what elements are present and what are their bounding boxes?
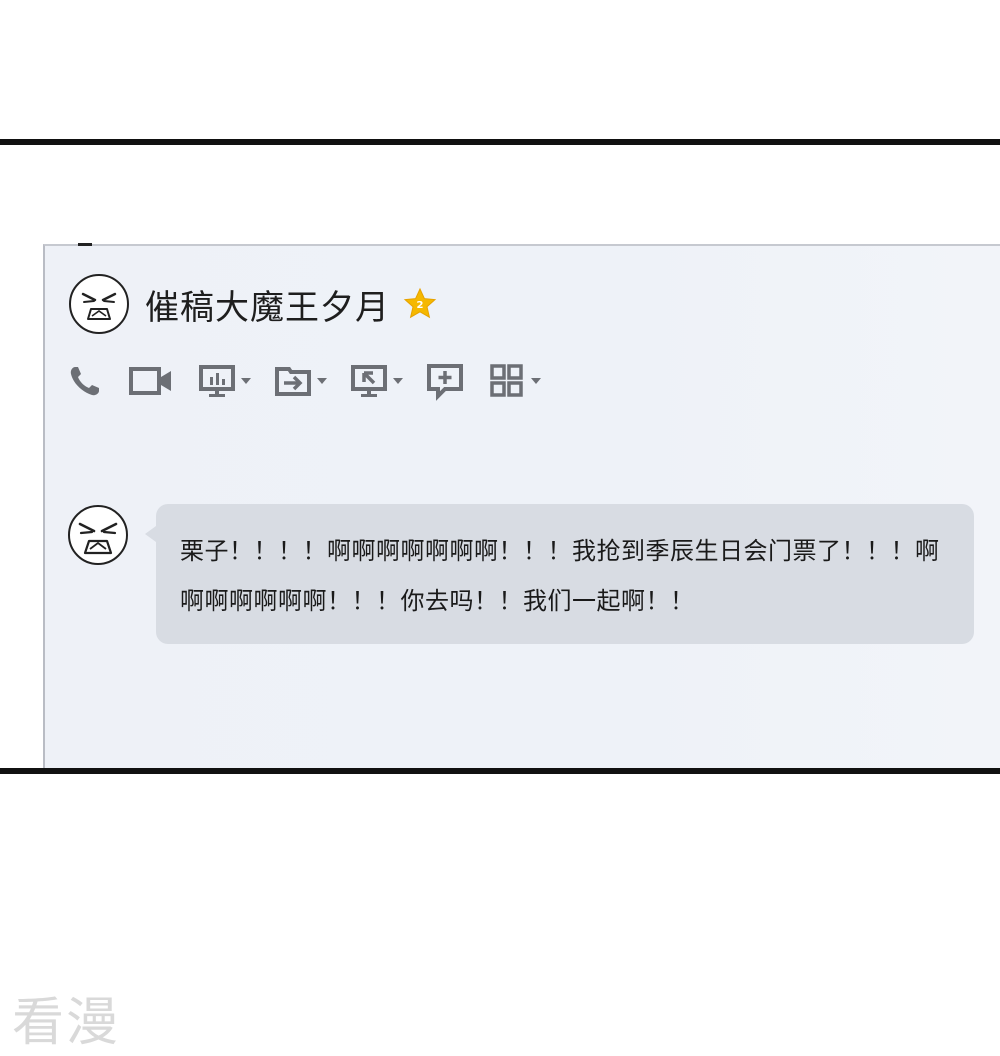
- watermark: 看漫: [12, 993, 121, 1053]
- angry-face-icon[interactable]: [67, 504, 129, 566]
- svg-text:2: 2: [417, 300, 424, 311]
- screen-share-button[interactable]: [197, 361, 251, 401]
- voice-call-button[interactable]: [65, 361, 105, 401]
- comic-panel-page: 催稿大魔王夕月 2 栗子！！！！啊啊啊啊啊啊啊！！！我抢到季辰生日会门票了！！！…: [0, 0, 1000, 1056]
- more-apps-button[interactable]: [487, 361, 541, 401]
- presentation-icon: [199, 365, 235, 397]
- angry-face-icon[interactable]: [69, 274, 129, 334]
- panel-border-bottom: [0, 768, 1000, 774]
- remote-desktop-icon: [351, 365, 387, 397]
- window-notch: [78, 243, 92, 246]
- contact-name: 催稿大魔王夕月: [145, 287, 390, 328]
- chevron-down-icon: [317, 378, 327, 384]
- star-badge-icon: 2: [403, 287, 437, 319]
- video-camera-icon: [129, 367, 171, 395]
- new-discussion-button[interactable]: [425, 361, 465, 401]
- chat-window: 催稿大魔王夕月 2 栗子！！！！啊啊啊啊啊啊啊！！！我抢到季辰生日会门票了！！！…: [43, 243, 1000, 768]
- video-call-button[interactable]: [127, 361, 175, 401]
- chevron-down-icon: [241, 378, 251, 384]
- add-message-icon: [427, 364, 463, 401]
- app-grid-icon: [490, 364, 523, 397]
- bubble-tail: [145, 526, 156, 542]
- chat-toolbar: [65, 358, 563, 404]
- chevron-down-icon: [531, 378, 541, 384]
- message-bubble[interactable]: 栗子！！！！啊啊啊啊啊啊啊！！！我抢到季辰生日会门票了！！！啊啊啊啊啊啊啊！！！…: [156, 504, 974, 644]
- remote-control-button[interactable]: [349, 361, 403, 401]
- chevron-down-icon: [393, 378, 403, 384]
- file-transfer-button[interactable]: [273, 361, 327, 401]
- phone-icon: [70, 367, 99, 396]
- folder-send-icon: [275, 367, 311, 396]
- chat-header: 催稿大魔王夕月 2: [69, 272, 438, 336]
